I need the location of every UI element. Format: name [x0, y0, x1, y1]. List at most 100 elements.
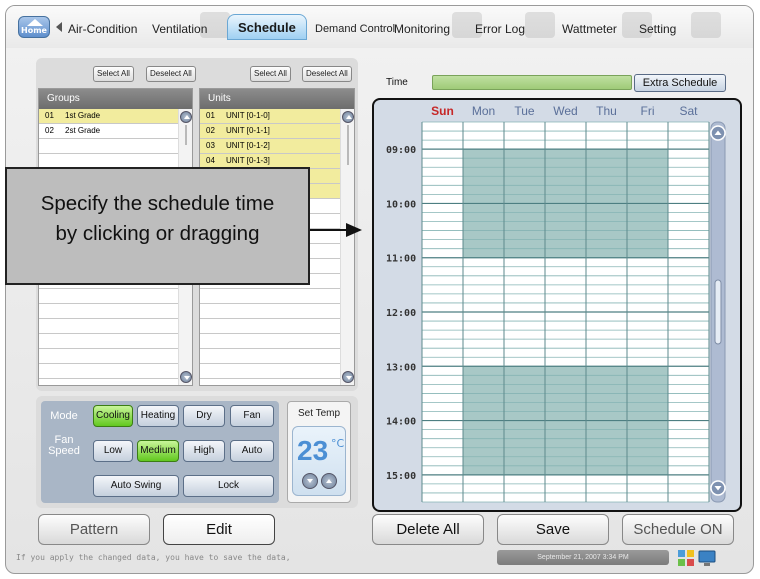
list-item — [39, 289, 192, 304]
list-item — [39, 334, 192, 349]
scroll-down-icon[interactable] — [180, 371, 192, 383]
time-row: Time Extra Schedule — [381, 72, 729, 94]
fan-high-button[interactable]: High — [183, 440, 225, 462]
mode-panel: Mode Cooling Heating Dry Fan Fan Speed L… — [36, 396, 358, 508]
tab-setting[interactable]: Setting — [639, 12, 721, 40]
list-item[interactable]: 01 UNIT [0-1-0] — [200, 109, 354, 124]
list-item — [39, 304, 192, 319]
units-select-all-button[interactable]: Select All — [250, 66, 291, 82]
list-item — [39, 364, 192, 379]
home-button[interactable]: Home — [18, 16, 50, 38]
mode-cooling-button[interactable]: Cooling — [93, 405, 133, 427]
row-name: 2st Grade — [65, 126, 101, 135]
hour-label: 10:00 — [386, 199, 416, 210]
tab-ventilation[interactable]: Ventilation — [152, 12, 230, 40]
tab-error-log[interactable]: Error Log — [475, 12, 555, 40]
day-header-mon: Mon — [472, 104, 495, 118]
row-number: 01 — [45, 111, 54, 120]
schedule-on-button[interactable]: Schedule ON — [622, 514, 734, 545]
tab-label: Error Log — [475, 22, 526, 36]
time-label: Time — [386, 77, 408, 88]
day-header-sat: Sat — [679, 104, 698, 118]
callout-line-2: by clicking or dragging — [55, 222, 260, 245]
callout-line-1: Specify the schedule time — [40, 192, 275, 215]
home-icon — [27, 19, 43, 26]
day-header-wed: Wed — [553, 104, 577, 118]
mode-fan-button[interactable]: Fan — [230, 405, 274, 427]
instruction-callout: Specify the schedule time by clicking or… — [5, 167, 310, 285]
fan-auto-button[interactable]: Auto — [230, 440, 274, 462]
list-item — [200, 349, 354, 364]
units-scrollbar[interactable] — [340, 109, 354, 385]
scroll-track — [347, 125, 349, 165]
groups-select-all-button[interactable]: Select All — [93, 66, 134, 82]
scroll-up-icon[interactable] — [180, 111, 192, 123]
set-temp-panel: Set Temp 23 °C — [287, 401, 351, 503]
day-header-fri: Fri — [641, 104, 655, 118]
delete-all-button[interactable]: Delete All — [372, 514, 484, 545]
tab-label: Monitoring — [394, 22, 451, 36]
fan-medium-button[interactable]: Medium — [137, 440, 179, 462]
list-item[interactable]: 01 1st Grade — [39, 109, 192, 124]
row-number: 02 — [206, 126, 215, 135]
scroll-up-icon[interactable] — [342, 111, 354, 123]
list-item[interactable]: 02 UNIT [0-1-1] — [200, 124, 354, 139]
units-deselect-all-button[interactable]: Deselect All — [302, 66, 352, 82]
tab-wattmeter[interactable]: Wattmeter — [562, 12, 652, 40]
app-window: Home Air-Condition Ventilation Schedule … — [5, 5, 754, 574]
list-item — [200, 304, 354, 319]
schedule-grid[interactable]: Sun Mon Tue Wed Thu Fri Sat 09:00 10:00 11:00 12:0… — [374, 100, 742, 512]
fan-speed-label: Fan Speed — [48, 434, 80, 457]
auto-swing-button[interactable]: Auto Swing — [93, 475, 179, 497]
tab-schedule[interactable]: Schedule — [227, 14, 307, 40]
scroll-down-icon[interactable] — [342, 371, 354, 383]
day-header-thu: Thu — [596, 104, 617, 118]
list-item[interactable]: 02 2st Grade — [39, 124, 192, 139]
schedule-scroll-thumb — [714, 279, 722, 345]
edit-button[interactable]: Edit — [163, 514, 275, 545]
list-item — [200, 364, 354, 379]
set-temp-value: 23 — [297, 435, 329, 466]
hour-label: 11:00 — [386, 254, 416, 265]
setting-icon — [691, 12, 721, 38]
fan-low-button[interactable]: Low — [93, 440, 133, 462]
tab-label: Setting — [639, 22, 677, 36]
tab-demand-control[interactable]: Demand Control — [315, 18, 395, 40]
tab-monitoring[interactable]: Monitoring — [394, 12, 482, 40]
callout-arrow-icon — [310, 223, 362, 237]
save-button[interactable]: Save — [497, 514, 609, 545]
mode-label: Mode — [50, 410, 78, 422]
lock-button[interactable]: Lock — [183, 475, 274, 497]
tray-monitor-icon[interactable] — [698, 549, 716, 567]
tab-label: Air-Condition — [68, 22, 138, 36]
tab-label: Wattmeter — [562, 22, 617, 36]
tab-label: Schedule — [238, 20, 296, 35]
groups-deselect-all-button[interactable]: Deselect All — [146, 66, 196, 82]
temp-up-icon[interactable] — [321, 473, 337, 489]
list-item — [200, 289, 354, 304]
error-log-icon — [525, 12, 555, 38]
hour-label: 14:00 — [386, 417, 416, 428]
scroll-track — [185, 125, 187, 145]
pattern-button[interactable]: Pattern — [38, 514, 150, 545]
temp-down-icon[interactable] — [302, 473, 318, 489]
row-number: 01 — [206, 111, 215, 120]
hour-label: 12:00 — [386, 308, 416, 319]
nav-back-arrow-icon[interactable] — [56, 22, 62, 32]
callout-text: Specify the schedule time by clicking or… — [7, 189, 308, 249]
hour-label: 09:00 — [386, 145, 416, 156]
list-item — [200, 319, 354, 334]
schedule-grid-panel[interactable]: Sun Mon Tue Wed Thu Fri Sat 09:00 10:00 11:00 12:0… — [372, 98, 742, 512]
row-number: 02 — [45, 126, 54, 135]
list-item — [39, 349, 192, 364]
list-item[interactable]: 03 UNIT [0-1-2] — [200, 139, 354, 154]
tab-air-condition[interactable]: Air-Condition — [68, 18, 137, 40]
row-name: UNIT [0-1-0] — [226, 111, 270, 120]
mode-dry-button[interactable]: Dry — [183, 405, 225, 427]
row-name: UNIT [0-1-2] — [226, 141, 270, 150]
row-name: UNIT [0-1-3] — [226, 156, 270, 165]
extra-schedule-button[interactable]: Extra Schedule — [634, 74, 726, 92]
list-item — [39, 319, 192, 334]
mode-heating-button[interactable]: Heating — [137, 405, 179, 427]
tray-grid-icon[interactable] — [677, 549, 695, 567]
